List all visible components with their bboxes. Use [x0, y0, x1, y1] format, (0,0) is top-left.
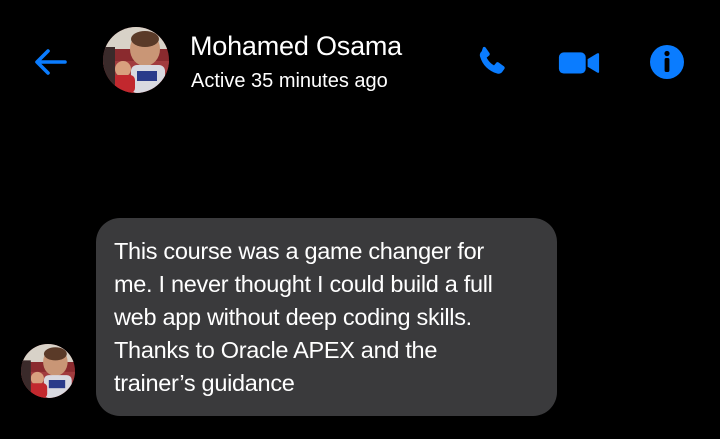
avatar-image [103, 27, 169, 93]
message-bubble[interactable]: This course was a game changer for me. I… [96, 218, 557, 416]
info-button[interactable] [645, 40, 689, 84]
avatar-image [21, 344, 75, 398]
back-arrow-icon [35, 49, 67, 75]
message-sender-avatar[interactable] [21, 344, 75, 398]
message-text: This course was a game changer for me. I… [114, 235, 539, 400]
back-button[interactable] [30, 42, 70, 82]
messenger-chat-screen: Mohamed Osama Active 35 minutes ago This… [0, 0, 720, 439]
phone-icon [479, 46, 505, 74]
message-line: me. I never thought I could build a full [114, 271, 493, 297]
contact-avatar[interactable] [103, 27, 169, 93]
video-call-button[interactable] [557, 40, 601, 84]
video-camera-icon [558, 52, 600, 74]
contact-name[interactable]: Mohamed Osama [190, 31, 402, 62]
chat-header: Mohamed Osama Active 35 minutes ago [0, 0, 720, 120]
info-icon [650, 45, 684, 79]
active-status: Active 35 minutes ago [191, 70, 388, 92]
voice-call-button[interactable] [470, 40, 514, 84]
message-line: trainer’s guidance [114, 370, 295, 396]
message-line: web app without deep coding skills. [114, 304, 472, 330]
message-line: Thanks to Oracle APEX and the [114, 337, 438, 363]
message-line: This course was a game changer for [114, 238, 484, 264]
